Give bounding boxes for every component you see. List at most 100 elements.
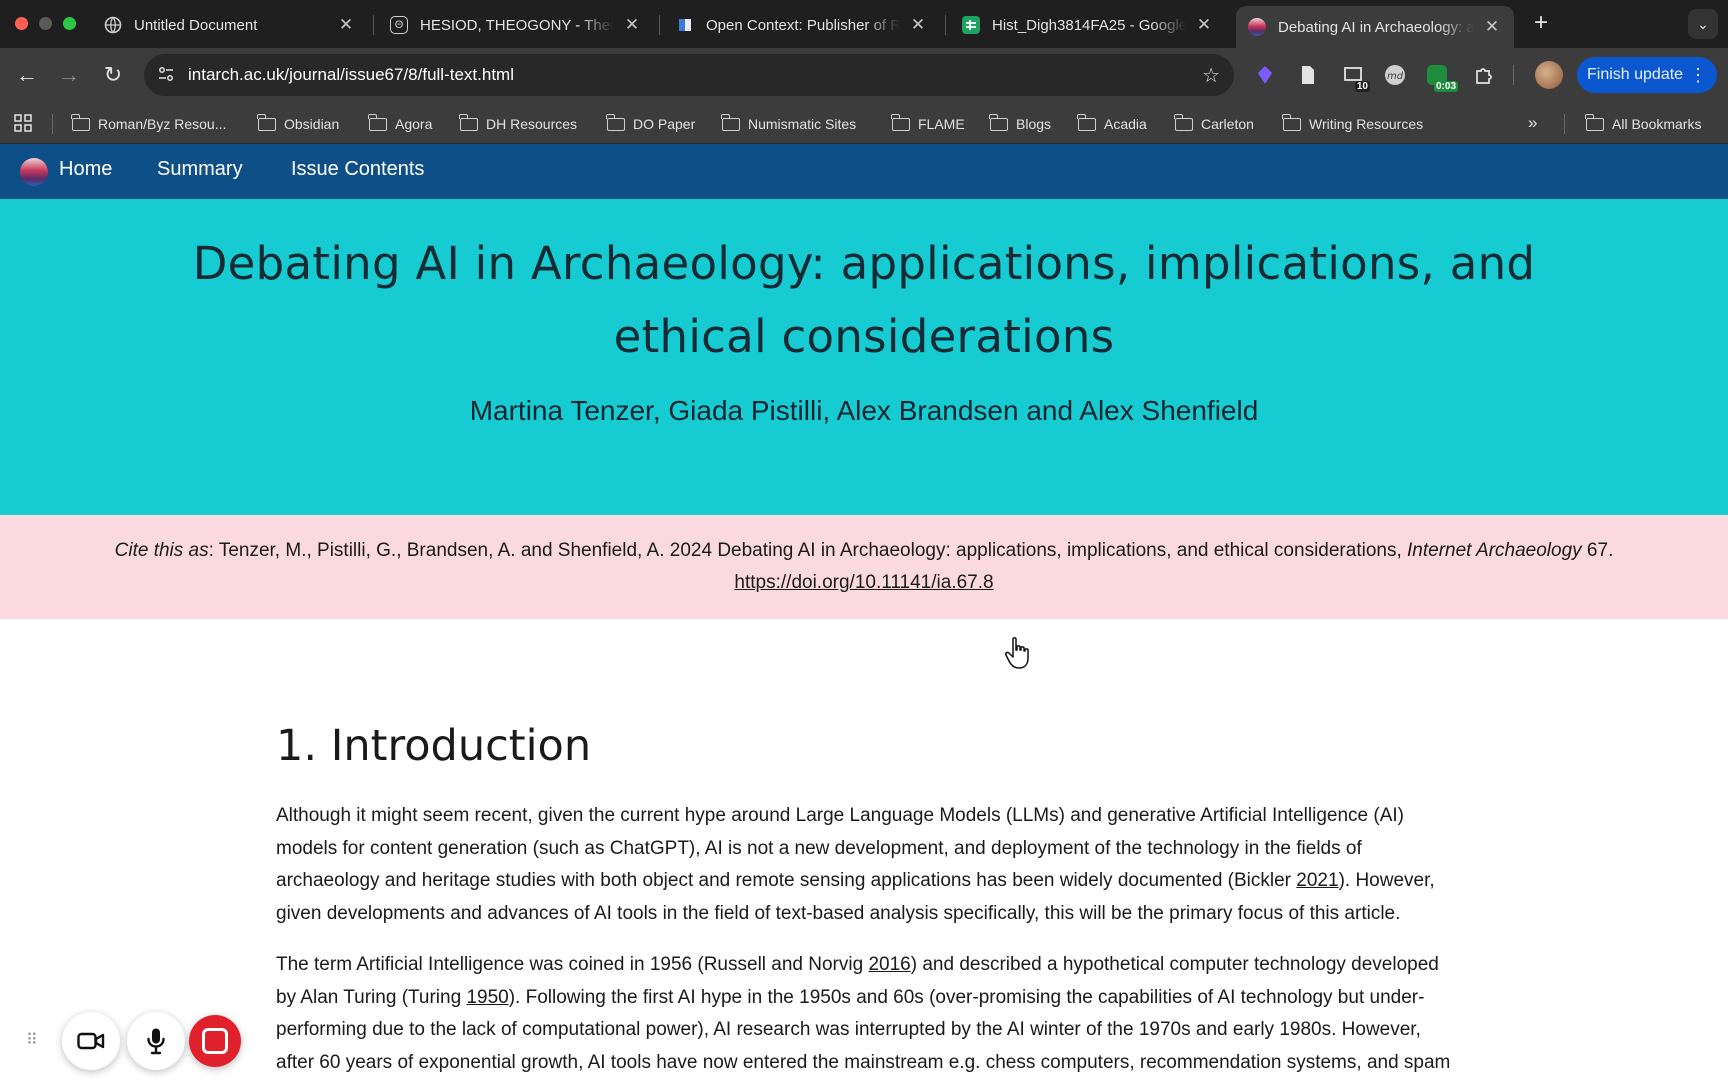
citation-body: : Tenzer, M., Pistilli, G., Brandsen, A.… <box>208 540 1408 561</box>
url-text[interactable]: intarch.ac.uk/journal/issue67/8/full-tex… <box>188 65 514 85</box>
all-bookmarks-button[interactable]: All Bookmarks <box>1585 112 1702 136</box>
nav-link-summary[interactable]: Summary <box>157 158 243 181</box>
close-tab-icon[interactable]: ✕ <box>622 15 642 35</box>
article-body: 1. Introduction Although it might seem r… <box>276 720 1456 1080</box>
apps-grid-icon[interactable] <box>14 114 34 134</box>
bookmark-label: Numismatic Sites <box>748 116 857 132</box>
folder-icon <box>368 113 387 131</box>
bookmarks-bar: Roman/Byz Resou... Obsidian Agora DH Res… <box>0 104 1728 144</box>
finish-update-label: Finish update <box>1587 66 1684 83</box>
tab-untitled-document[interactable]: Untitled Document ✕ <box>92 8 368 42</box>
close-tab-icon[interactable]: ✕ <box>1482 17 1502 37</box>
nav-link-home[interactable]: Home <box>59 158 112 181</box>
folder-icon <box>1077 113 1096 131</box>
close-tab-icon[interactable]: ✕ <box>336 15 356 35</box>
bookmark-folder[interactable]: Roman/Byz Resou... <box>71 112 226 136</box>
folder-icon <box>1174 113 1193 131</box>
close-tab-icon[interactable]: ✕ <box>908 15 928 35</box>
tab-hesiod-theogony[interactable]: Θ HESIOD, THEOGONY - Theoi ✕ <box>378 8 654 42</box>
maximize-window-button[interactable] <box>63 17 76 30</box>
tab-search-button[interactable]: ⌄ <box>1688 9 1718 39</box>
document-extension-icon[interactable] <box>1295 62 1321 88</box>
bookmark-label: Agora <box>395 116 433 132</box>
microphone-icon <box>147 1028 165 1055</box>
citation-link[interactable]: 1950 <box>466 987 508 1008</box>
article-authors: Martina Tenzer, Giada Pistilli, Alex Bra… <box>469 395 1259 426</box>
bookmark-label: Obsidian <box>284 116 340 132</box>
bookmarks-divider <box>52 114 53 134</box>
all-bookmarks-label: All Bookmarks <box>1612 116 1702 132</box>
close-tab-icon[interactable]: ✕ <box>1194 15 1214 35</box>
article-title: Debating AI in Archaeology: applications… <box>192 237 1536 363</box>
markdown-extension-icon[interactable]: md <box>1382 62 1408 88</box>
screen-extension-icon[interactable]: 10 <box>1340 62 1370 92</box>
section-heading: 1. Introduction <box>276 721 592 771</box>
address-bar[interactable]: intarch.ac.uk/journal/issue67/8/full-tex… <box>144 54 1234 96</box>
nav-link-issue-contents[interactable]: Issue Contents <box>291 158 424 181</box>
bookmark-folder[interactable]: Numismatic Sites <box>721 112 857 136</box>
camera-toggle-button[interactable] <box>62 1012 120 1070</box>
internet-archaeology-icon <box>1248 18 1266 36</box>
bookmark-folder[interactable]: Acadia <box>1077 112 1147 136</box>
paragraph-text: Although it might seem recent, given the… <box>276 805 1404 891</box>
puzzle-extensions-icon[interactable] <box>1470 62 1496 88</box>
bookmark-label: Writing Resources <box>1309 116 1424 132</box>
bookmark-label: FLAME <box>918 116 965 132</box>
tab-title: Untitled Document <box>134 16 258 34</box>
bookmark-folder[interactable]: Writing Resources <box>1282 112 1424 136</box>
tab-open-context[interactable]: Open Context: Publisher of Re ✕ <box>664 8 940 42</box>
tab-divider <box>659 15 660 35</box>
tab-debating-ai-in-archaeology[interactable]: Debating AI in Archaeology: a ✕ <box>1236 6 1514 48</box>
reload-button[interactable]: ↻ <box>98 60 128 90</box>
drag-handle-icon[interactable]: ⠿ <box>26 1030 40 1052</box>
site-info-icon[interactable] <box>156 65 176 85</box>
bookmark-folder[interactable]: DH Resources <box>459 112 578 136</box>
forward-button[interactable]: → <box>54 60 84 90</box>
bookmark-label: DH Resources <box>486 116 578 132</box>
bookmark-folder[interactable]: Carleton <box>1174 112 1254 136</box>
paragraph: Although it might seem recent, given the… <box>276 800 1456 930</box>
folder-icon <box>606 113 625 131</box>
tab-google-sheets[interactable]: Hist_Digh3814FA25 - Google ✕ <box>950 8 1226 42</box>
tab-title: Open Context: Publisher of Re <box>706 16 900 34</box>
bookmark-folder[interactable]: Agora <box>368 112 433 136</box>
tab-title: Debating AI in Archaeology: a <box>1278 18 1474 36</box>
tab-divider <box>945 15 946 35</box>
folder-icon <box>1282 113 1301 131</box>
folder-icon <box>989 113 1008 131</box>
bookmark-star-icon[interactable]: ☆ <box>1202 63 1220 88</box>
close-window-button[interactable] <box>15 17 28 30</box>
more-bookmarks-chevron-icon[interactable]: » <box>1528 113 1537 133</box>
doi-link[interactable]: https://doi.org/10.11141/ia.67.8 <box>734 572 993 593</box>
bookmark-folder[interactable]: Obsidian <box>257 112 340 136</box>
bookmark-label: Carleton <box>1201 116 1254 132</box>
tab-divider <box>373 15 374 35</box>
tab-strip: Untitled Document ✕ Θ HESIOD, THEOGONY -… <box>0 0 1728 48</box>
folder-icon <box>891 113 910 131</box>
folder-icon <box>721 113 740 131</box>
internet-archaeology-logo[interactable] <box>20 158 48 186</box>
timer-extension-icon[interactable]: 0:03 <box>1424 62 1458 92</box>
tab-title: Hist_Digh3814FA25 - Google <box>992 16 1186 34</box>
crystal-extension-icon[interactable] <box>1252 62 1278 88</box>
bookmark-folder[interactable]: Blogs <box>989 112 1051 136</box>
extension-badge: 0:03 <box>1433 81 1458 92</box>
profile-avatar[interactable] <box>1535 61 1563 89</box>
back-button[interactable]: ← <box>12 60 42 90</box>
minimize-window-button[interactable] <box>39 17 52 30</box>
video-camera-icon <box>77 1032 105 1050</box>
bookmark-folder[interactable]: DO Paper <box>606 112 696 136</box>
citation-link[interactable]: 2016 <box>868 954 910 975</box>
new-tab-button[interactable]: + <box>1526 9 1556 39</box>
svg-text:md: md <box>1387 71 1404 82</box>
stop-recording-button[interactable] <box>189 1015 241 1067</box>
more-menu-icon[interactable]: ⋮ <box>1689 57 1707 93</box>
citation-link[interactable]: 2021 <box>1296 870 1338 891</box>
bookmark-label: DO Paper <box>633 116 696 132</box>
bookmark-folder[interactable]: FLAME <box>891 112 965 136</box>
finish-update-button[interactable]: Finish update ⋮ <box>1577 57 1717 93</box>
microphone-toggle-button[interactable] <box>127 1012 185 1070</box>
citation-box: Cite this as: Tenzer, M., Pistilli, G., … <box>0 515 1728 619</box>
folder-icon <box>257 113 276 131</box>
toolbar-divider <box>1513 65 1514 85</box>
